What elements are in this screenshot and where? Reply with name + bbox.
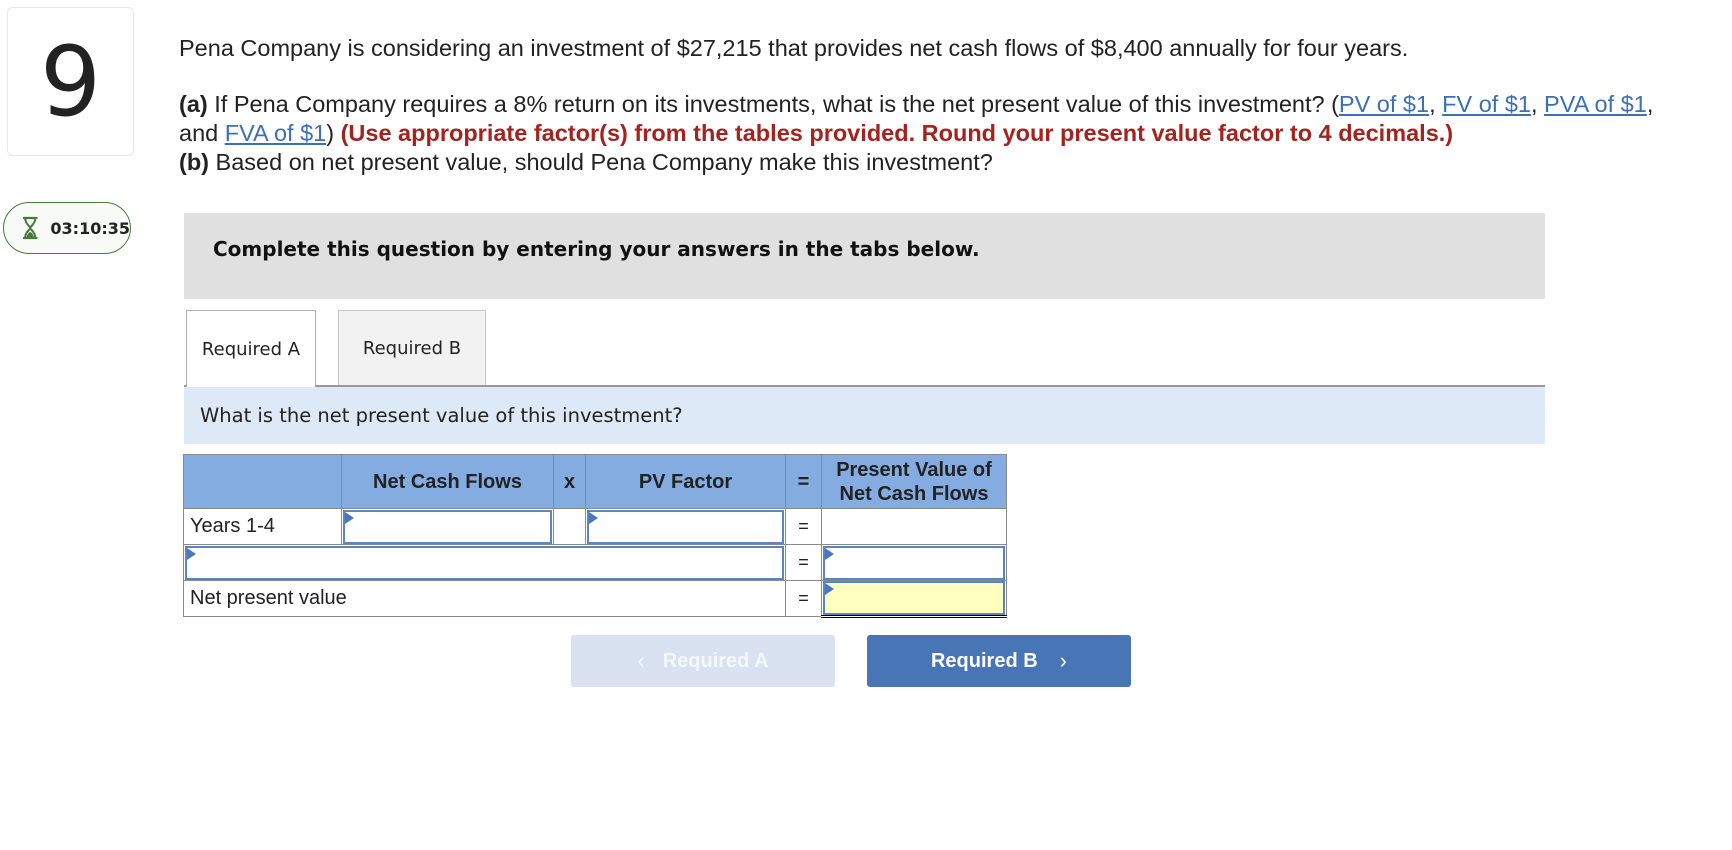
chevron-right-icon: ›: [1059, 648, 1067, 673]
row-label: Years 1-4: [183, 508, 342, 545]
link-fv-of-1[interactable]: FV of $1: [1442, 91, 1531, 117]
link-pv-of-1[interactable]: PV of $1: [1339, 91, 1429, 117]
instructions-banner: Complete this question by entering your …: [184, 213, 1545, 299]
question-intro: Pena Company is considering an investmen…: [179, 35, 1409, 61]
prev-required-a-button[interactable]: ‹ Required A: [571, 635, 835, 687]
prompt-bar: What is the net present value of this in…: [184, 387, 1545, 444]
equals-sign: =: [785, 508, 822, 545]
equals-sign: =: [785, 544, 822, 581]
header-net-cash-flows: Net Cash Flows: [341, 454, 554, 509]
amount-input-wrap: [823, 545, 1005, 580]
link-fva-of-1[interactable]: FVA of $1: [225, 120, 326, 146]
amount-cell: [821, 544, 1007, 581]
header-multiply: x: [553, 454, 586, 509]
separator: ,: [1429, 91, 1443, 117]
operator-cell: [553, 508, 586, 545]
npv-table: Net Cash Flows x PV Factor = Present Val…: [183, 454, 1007, 618]
prev-button-label: Required A: [662, 649, 769, 672]
net-cash-flows-cell: [341, 508, 554, 545]
input-marker-icon: [345, 511, 354, 524]
header-present-value: Present Value of Net Cash Flows: [821, 454, 1007, 509]
header-pv-line1: Present Value of: [836, 458, 992, 481]
question-part-a: (a) If Pena Company requires a 8% return…: [179, 90, 1679, 148]
header-blank: [183, 454, 342, 509]
table-row: =: [183, 544, 1007, 581]
label-input-cell: [183, 544, 786, 581]
next-required-b-button[interactable]: Required B ›: [867, 635, 1131, 687]
separator: ,: [1530, 91, 1545, 117]
net-present-value-label: Net present value: [183, 580, 786, 617]
next-button-label: Required B: [930, 649, 1038, 672]
timer-text: 03:10:35: [50, 218, 130, 238]
equals-sign: =: [785, 580, 822, 617]
npv-input[interactable]: [825, 583, 1003, 613]
hourglass-icon: [22, 216, 38, 240]
question-number: 9: [7, 7, 134, 156]
net-cash-flows-input[interactable]: [345, 511, 550, 542]
banner-text: Complete this question by entering your …: [213, 237, 980, 261]
question-part-b: (b) Based on net present value, should P…: [179, 148, 1679, 177]
part-a-label: (a): [179, 91, 208, 117]
tab-required-a[interactable]: Required A: [186, 310, 316, 387]
chevron-left-icon: ‹: [637, 648, 645, 673]
input-marker-icon: [589, 511, 598, 524]
prompt-text: What is the net present value of this in…: [200, 404, 683, 427]
header-equals: =: [785, 454, 822, 509]
net-cash-flows-input-wrap: [343, 509, 552, 544]
header-pv-line2: Net Cash Flows: [839, 482, 989, 505]
part-b-text: Based on net present value, should Pena …: [209, 149, 993, 175]
tab-required-b[interactable]: Required B: [338, 310, 486, 386]
table-header-row: Net Cash Flows x PV Factor = Present Val…: [183, 454, 1007, 509]
input-marker-icon: [825, 547, 834, 560]
question-text: Pena Company is considering an investmen…: [179, 34, 1679, 177]
input-marker-icon: [187, 547, 196, 560]
amount-input[interactable]: [825, 547, 1003, 578]
row-label-input[interactable]: [187, 547, 782, 578]
pv-factor-input-wrap: [587, 509, 784, 544]
pv-factor-input[interactable]: [589, 511, 782, 542]
part-b-label: (b): [179, 149, 210, 175]
table-row: Years 1-4 =: [183, 508, 1007, 545]
timer-badge: 03:10:35: [3, 202, 131, 254]
link-pva-of-1[interactable]: PVA of $1: [1544, 91, 1647, 117]
table-row: Net present value =: [183, 580, 1007, 618]
part-a-text: If Pena Company requires a 8% return on …: [207, 91, 1339, 117]
npv-total-cell: [821, 580, 1007, 618]
header-pv-factor: PV Factor: [585, 454, 786, 509]
pv-factor-cell: [585, 508, 786, 545]
close-paren: ): [326, 120, 335, 146]
present-value-cell: [821, 508, 1007, 545]
input-marker-icon: [825, 583, 834, 595]
row-label-input-wrap: [185, 545, 784, 580]
npv-input-wrap: [823, 581, 1005, 615]
instruction-text: (Use appropriate factor(s) from the tabl…: [334, 120, 1454, 146]
